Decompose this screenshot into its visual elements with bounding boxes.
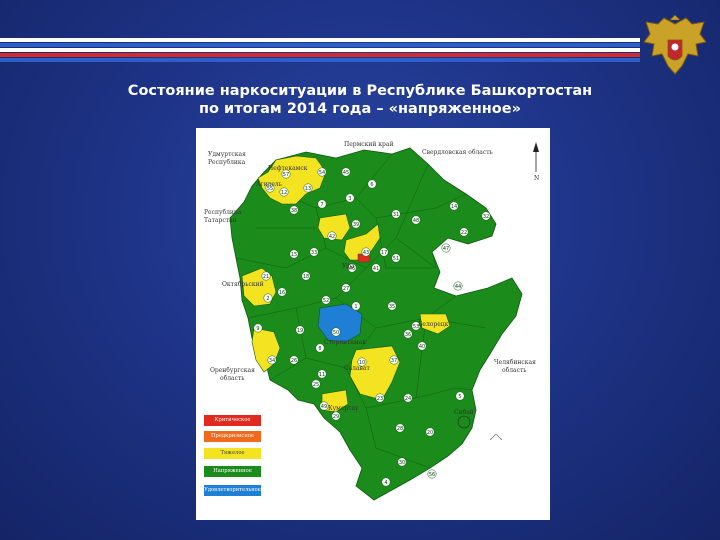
legend-precrisis-label: Предкризисное xyxy=(211,433,254,439)
region-number: 21 xyxy=(263,274,269,280)
region-number: 23 xyxy=(377,396,383,402)
region-number: 37 xyxy=(391,358,397,364)
region-number: 32 xyxy=(483,214,489,220)
region-number: 11 xyxy=(319,372,325,378)
region-number: 48 xyxy=(413,218,419,224)
region-number: 6 xyxy=(370,182,373,188)
label-sterlitamak: Стерлитамак xyxy=(324,339,366,346)
stripe xyxy=(0,38,640,42)
legend-tense-label: Напряженное xyxy=(213,468,252,474)
region-number: 1 xyxy=(354,304,357,310)
region-number: 22 xyxy=(461,230,467,236)
label-salavat: Салават xyxy=(344,365,371,372)
label-kumertau: Кумертау xyxy=(328,405,359,412)
header-stripes xyxy=(0,38,720,66)
region-number: 8 xyxy=(318,346,321,352)
region-number: 38 xyxy=(291,208,297,214)
legend-critical-label: Критическое xyxy=(214,417,251,423)
region-number: 25 xyxy=(313,382,319,388)
region-number: 7 xyxy=(320,202,323,208)
label-sverdlovsk: Свердловская область xyxy=(422,149,494,156)
region-number: 54 xyxy=(319,170,325,176)
title-line-1: Состояние наркоситуации в Республике Баш… xyxy=(127,83,593,99)
north-arrow-icon: N xyxy=(533,142,539,182)
label-agidel: Агидель xyxy=(256,181,283,188)
region-number: 2 xyxy=(266,296,269,302)
region-number: 9 xyxy=(256,326,259,332)
region-number: 12 xyxy=(281,190,287,196)
legend-severe: Тяжелое xyxy=(204,448,261,459)
region-number: 18 xyxy=(303,274,309,280)
region-number: 56 xyxy=(429,472,435,478)
region-number: 16 xyxy=(279,290,285,296)
label-udmurt-1: Удмуртская xyxy=(208,151,246,158)
region-number: 47 xyxy=(443,246,449,252)
legend-severe-label: Тяжелое xyxy=(220,450,245,456)
label-tatarstan-2: Татарстан xyxy=(204,217,237,224)
label-oktyabrsky: Октябрьский xyxy=(222,281,264,288)
region-number: 44 xyxy=(455,284,461,290)
legend-precrisis: Предкризисное xyxy=(204,431,261,442)
region-number: 4 xyxy=(384,480,387,486)
legend-satisfactory-label: Удовлетворительное xyxy=(204,487,261,493)
region-number: 33 xyxy=(311,250,317,256)
region-number: 40 xyxy=(419,344,425,350)
label-sibay: Сибай xyxy=(454,409,474,416)
region-number: 34 xyxy=(269,358,275,364)
region-number: 51 xyxy=(393,256,399,262)
label-tatarstan-1: Республика xyxy=(204,209,242,216)
label-udmurt-2: Республика xyxy=(208,159,246,166)
legend-tense: Напряженное xyxy=(204,466,261,477)
region-number: 27 xyxy=(343,286,349,292)
north-label: N xyxy=(534,175,539,182)
legend-satisfactory: Удовлетворительное xyxy=(204,485,261,496)
region-number: 52 xyxy=(323,298,329,304)
label-beloretsk: Белорецк xyxy=(418,321,449,328)
region-number: 45 xyxy=(343,170,349,176)
scale-mark-icon xyxy=(489,433,503,441)
region-number: 19 xyxy=(297,328,303,334)
map-panel: 57 54 45 55 12 13 6 3 7 38 31 48 14 39 42 22 47 32 17 43 33 1… xyxy=(196,128,550,520)
bashkortostan-map: 57 54 455512136373831481439422247321743331… xyxy=(204,141,539,501)
label-neftekamsk: Нефтекамск xyxy=(268,165,308,172)
region-number: 57 xyxy=(283,172,289,178)
double-headed-eagle-emblem-icon xyxy=(643,14,707,75)
label-orenburg-1: Оренбургская xyxy=(210,367,255,374)
region-number: 15 xyxy=(291,252,297,258)
label-chelyabinsk-1: Челябинская xyxy=(494,359,536,366)
region-number: 26 xyxy=(291,358,297,364)
region-number: 14 xyxy=(451,204,457,210)
region-number: 41 xyxy=(373,266,379,272)
slide-title: Состояние наркоситуации в Республике Баш… xyxy=(40,82,680,118)
region-number: 49 xyxy=(321,404,327,410)
stripe xyxy=(0,43,640,47)
label-ufa: Уфа xyxy=(342,263,355,270)
region-number: 31 xyxy=(393,212,399,218)
region-number: 35 xyxy=(389,304,395,310)
legend-critical: Критическое xyxy=(204,415,261,426)
region-number: 39 xyxy=(353,222,359,228)
stripe xyxy=(0,58,640,62)
region-number: 28 xyxy=(397,426,403,432)
title-line-2: по итогам 2014 года – «напряженное» xyxy=(199,101,521,117)
label-orenburg-2: область xyxy=(220,375,245,382)
region-number: 30 xyxy=(399,460,405,466)
region-number: 42 xyxy=(329,234,335,240)
region-number: 20 xyxy=(427,430,433,436)
region-number: 3 xyxy=(348,196,351,202)
region-number: 17 xyxy=(381,250,387,256)
stripe xyxy=(0,48,640,52)
label-perm: Пермский край xyxy=(344,141,393,148)
region-number: 5 xyxy=(458,394,461,400)
stripe xyxy=(0,53,640,57)
region-number: 29 xyxy=(333,414,339,420)
label-chelyabinsk-2: область xyxy=(502,367,527,374)
region-number: 36 xyxy=(405,332,411,338)
region-number: 13 xyxy=(305,186,311,192)
region-number: 43 xyxy=(363,250,369,256)
region-number: 50 xyxy=(333,330,339,336)
region-number: 24 xyxy=(405,396,411,402)
